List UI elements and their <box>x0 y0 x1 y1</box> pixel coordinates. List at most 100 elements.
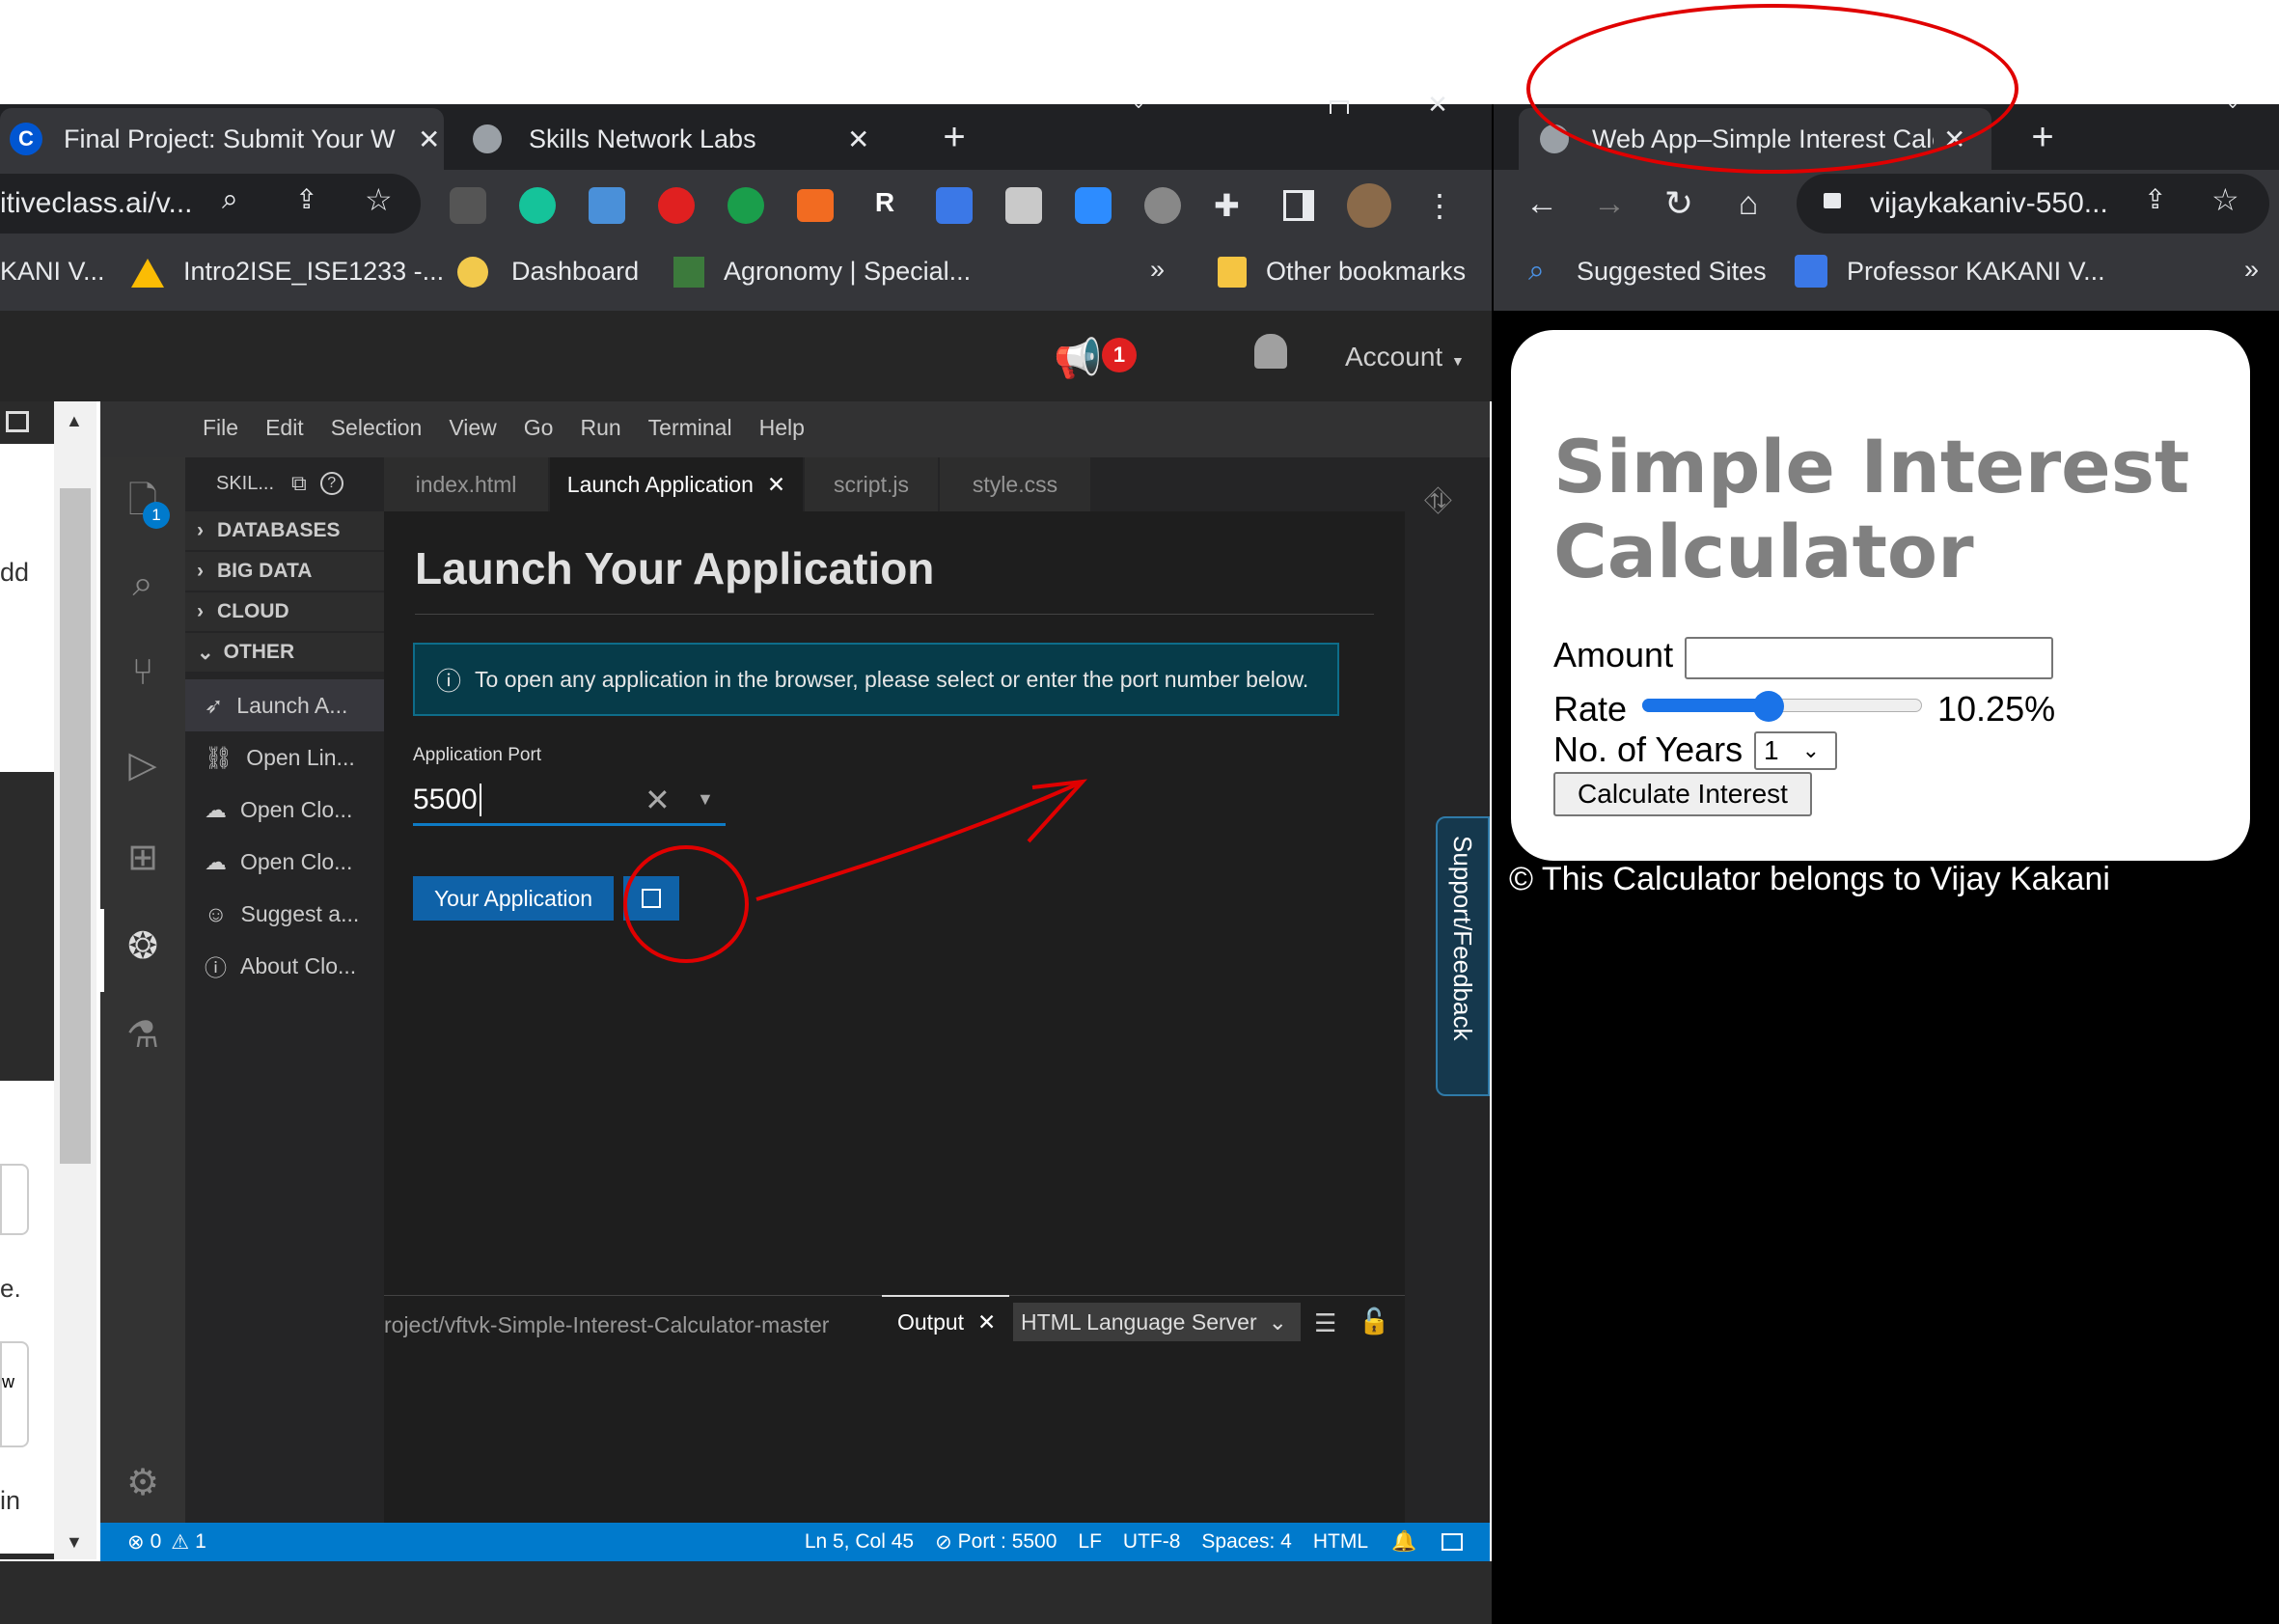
section-cloud[interactable]: › CLOUD <box>185 592 384 631</box>
bell-icon[interactable]: 🔔 <box>1391 1530 1416 1554</box>
chevron-down-icon[interactable]: ⌄ <box>2213 93 2252 112</box>
page-scrollbar[interactable]: ▲ ▼ <box>54 401 96 1559</box>
port-status[interactable]: Port : 5500 <box>958 1530 1057 1554</box>
port-combobox[interactable]: 5500 ✕ ▼ <box>413 776 726 826</box>
gear-icon[interactable]: ⚙ <box>100 1461 185 1504</box>
files-icon[interactable]: 🗋 <box>100 473 185 536</box>
reload-icon[interactable]: ↻ <box>1658 179 1700 228</box>
scroll-up-icon[interactable]: ▲ <box>66 411 83 431</box>
tab-launch-application[interactable]: Launch Application ✕ <box>550 457 803 511</box>
bookmark-item[interactable]: KANI V... <box>0 257 105 287</box>
maximize-icon[interactable] <box>1330 100 1349 114</box>
extension-icon[interactable] <box>1005 187 1042 224</box>
window-close-icon[interactable]: ✕ <box>1418 90 1457 119</box>
bookmark-item[interactable]: Intro2ISE_ISE1233 -... <box>183 257 444 287</box>
share-icon[interactable]: ⇪ <box>2144 183 2166 215</box>
avatar[interactable] <box>1347 183 1391 228</box>
extension-icon[interactable] <box>450 187 486 224</box>
back-icon[interactable]: ← <box>1521 179 1563 228</box>
bell-icon[interactable] <box>1254 334 1287 369</box>
print-icon[interactable] <box>6 411 29 432</box>
help-icon[interactable]: ? <box>319 472 343 495</box>
menu-selection[interactable]: Selection <box>331 415 423 457</box>
menu-file[interactable]: File <box>203 415 238 457</box>
language-status[interactable]: HTML <box>1313 1530 1368 1554</box>
indent-status[interactable]: Spaces: 4 <box>1201 1530 1291 1554</box>
partial-card[interactable]: w <box>0 1341 29 1447</box>
menu-help[interactable]: Help <box>759 415 805 457</box>
warning-icon[interactable]: ⚠ <box>171 1530 189 1555</box>
account-menu[interactable]: Account <box>1345 342 1442 372</box>
tab-final-project[interactable]: C Final Project: Submit Your W ✕ <box>0 108 444 170</box>
chevron-down-icon[interactable]: ⌄ <box>1119 93 1158 112</box>
home-icon[interactable]: ⌂ <box>1727 179 1770 228</box>
new-tab-icon[interactable]: + <box>930 108 978 166</box>
bookmark-item[interactable]: Professor KAKANI V... <box>1847 257 2105 287</box>
bookmarks-more[interactable]: » <box>2244 255 2259 285</box>
clear-icon[interactable]: ✕ <box>645 782 671 818</box>
search-icon[interactable]: ⌕ <box>100 564 185 605</box>
your-application-button[interactable]: Your Application <box>413 876 614 921</box>
new-tab-icon[interactable]: + <box>2018 108 2067 166</box>
amount-input[interactable] <box>1685 637 2053 679</box>
stop-hand-icon[interactable] <box>658 187 695 224</box>
item-open-cloud-1[interactable]: ☁ Open Clo... <box>185 784 384 836</box>
support-feedback-tab[interactable]: Support/Feedback <box>1436 816 1490 1096</box>
sidebar-icon[interactable] <box>1283 190 1314 221</box>
extension-icon[interactable] <box>1144 187 1181 224</box>
warning-count[interactable]: 1 <box>195 1530 206 1554</box>
section-other[interactable]: ⌄ OTHER <box>185 633 384 672</box>
extension-icon[interactable] <box>936 187 973 224</box>
item-open-cloud-2[interactable]: ☁ Open Clo... <box>185 836 384 888</box>
scroll-thumb[interactable] <box>60 488 91 1164</box>
item-open-link[interactable]: ⛓ Open Lin... <box>185 731 384 784</box>
menu-edit[interactable]: Edit <box>265 415 304 457</box>
extension-icon[interactable]: R <box>866 187 903 224</box>
close-icon[interactable]: ✕ <box>847 124 869 155</box>
menu-view[interactable]: View <box>449 415 496 457</box>
tab-skills-network[interactable]: Skills Network Labs ✕ <box>453 108 897 170</box>
run-debug-icon[interactable]: ▷ <box>100 743 185 786</box>
close-icon[interactable]: ✕ <box>418 124 440 155</box>
grammarly-icon[interactable] <box>519 187 556 224</box>
output-channel-select[interactable]: HTML Language Server ⌄ <box>1013 1303 1301 1341</box>
scroll-down-icon[interactable]: ▼ <box>66 1532 83 1553</box>
layout-toggle-icon[interactable] <box>1442 1533 1464 1551</box>
tab-script-js[interactable]: script.js <box>805 457 938 511</box>
clear-output-icon[interactable]: ☰ <box>1314 1308 1336 1338</box>
port-input[interactable]: 5500 <box>413 784 481 816</box>
extension-icon[interactable] <box>589 187 625 224</box>
close-icon[interactable]: ✕ <box>977 1309 996 1335</box>
puzzle-icon[interactable]: ✚ <box>1214 187 1250 224</box>
section-big-data[interactable]: › BIG DATA <box>185 552 384 591</box>
years-select[interactable]: 1 ⌄ <box>1754 731 1837 770</box>
extensions-icon[interactable]: ⊞ <box>100 836 185 879</box>
bookmark-item[interactable]: Agronomy | Special... <box>724 257 971 287</box>
skills-network-icon[interactable]: ❂ <box>100 924 185 968</box>
layout-icon[interactable]: ⛗ <box>1424 481 1452 522</box>
share-icon[interactable]: ⇪ <box>295 183 317 215</box>
megaphone-icon[interactable]: 📢 <box>1054 336 1102 381</box>
omnibox[interactable]: itiveclass.ai/v... ⌕ ⇪ ☆ <box>0 174 421 234</box>
menu-go[interactable]: Go <box>524 415 554 457</box>
kebab-menu-icon[interactable]: ⋮ <box>1424 187 1455 224</box>
item-suggest[interactable]: ☺ Suggest a... <box>185 888 384 940</box>
bookmark-item[interactable]: Dashboard <box>511 257 639 287</box>
item-about[interactable]: ⓘ About Clo... <box>185 940 384 992</box>
lock-icon[interactable]: 🔓 <box>1359 1307 1389 1336</box>
panel-output-tab[interactable]: Output ✕ <box>882 1295 1009 1347</box>
source-control-icon[interactable]: ⑂ <box>100 652 185 694</box>
phone-icon[interactable] <box>728 187 764 224</box>
error-icon[interactable]: ⊗ <box>127 1530 145 1555</box>
section-databases[interactable]: › DATABASES <box>185 511 384 550</box>
tab-index-html[interactable]: index.html <box>384 457 548 511</box>
eol-status[interactable]: LF <box>1078 1530 1102 1554</box>
calculate-button[interactable]: Calculate Interest <box>1553 772 1812 816</box>
rate-slider[interactable] <box>1642 691 1922 722</box>
search-icon[interactable]: ⌕ <box>222 183 238 216</box>
bookmarks-more[interactable]: » <box>1150 255 1165 285</box>
other-bookmarks[interactable]: Other bookmarks <box>1266 257 1466 287</box>
error-count[interactable]: 0 <box>151 1530 162 1554</box>
star-icon[interactable]: ☆ <box>2211 181 2239 218</box>
flask-icon[interactable]: ⚗ <box>100 1013 185 1057</box>
